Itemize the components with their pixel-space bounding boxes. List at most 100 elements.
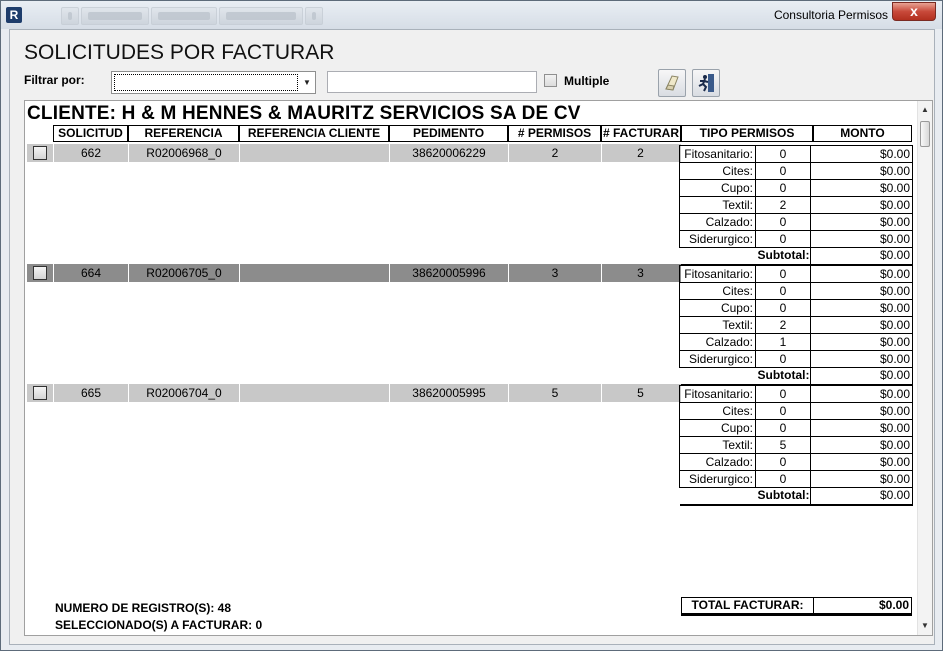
permit-type-count: 0 [755,350,811,368]
total-facturar-box: TOTAL FACTURAR: $0.00 [681,597,912,616]
vertical-scrollbar[interactable]: ▲ ▼ [917,101,932,635]
subtotal-label: Subtotal: [755,247,811,266]
cell-facturar: 5 [601,384,679,402]
permit-type-amount: $0.00 [810,333,913,351]
permit-type-amount: $0.00 [810,453,913,471]
permit-type-amount: $0.00 [810,436,913,454]
permit-type-name: Fitosanitario: [679,385,756,403]
permit-type-row: Fitosanitario: 0 $0.00 [679,385,913,403]
permit-type-row: Fitosanitario: 0 $0.00 [679,145,913,163]
main-panel: SOLICITUDES POR FACTURAR Filtrar por: ▼ … [9,29,935,645]
permit-type-row: Calzado: 1 $0.00 [679,333,913,351]
app-logo-icon: R [6,7,22,23]
permit-type-count: 0 [755,385,811,403]
permit-type-row: Cites: 0 $0.00 [679,282,913,300]
row-select-checkbox[interactable] [33,266,47,280]
cell-solicitud: 664 [53,264,128,282]
results-grid: CLIENTE: H & M HENNES & MAURITZ SERVICIO… [24,100,933,636]
permit-type-name: Siderurgico: [679,470,756,488]
permit-type-table: Fitosanitario: 0 $0.00 Cites: 0 $0.00 Cupo: 0 $0… [679,145,913,266]
subtotal-value: $0.00 [810,487,913,506]
permit-type-count: 0 [755,213,811,231]
column-header-tipo-permisos: TIPO PERMISOS [681,125,813,142]
permit-type-amount: $0.00 [810,179,913,197]
multiple-checkbox[interactable] [544,74,557,87]
cell-solicitud: 662 [53,144,128,162]
permit-type-count: 0 [755,470,811,488]
app-window: R Consultoria Permisos x SOLICITUDES POR… [0,0,943,651]
close-button[interactable]: x [892,2,936,21]
filter-dropdown[interactable]: ▼ [111,71,316,94]
permit-type-name: Textil: [679,316,756,334]
permit-type-row: Calzado: 0 $0.00 [679,213,913,231]
permit-type-table: Fitosanitario: 0 $0.00 Cites: 0 $0.00 Cupo: 0 $0… [679,265,913,386]
permit-type-amount: $0.00 [810,385,913,403]
cell-permisos: 2 [508,144,601,162]
table-row[interactable]: 662 R02006968_0 38620006229 2 2 [27,144,681,162]
row-select-checkbox[interactable] [33,386,47,400]
chevron-down-icon[interactable]: ▼ [299,72,315,93]
running-man-icon [698,74,714,92]
scroll-thumb[interactable] [920,121,930,147]
row-select-checkbox[interactable] [33,146,47,160]
permit-type-amount: $0.00 [810,196,913,214]
total-facturar-label: TOTAL FACTURAR: [682,598,814,613]
permit-type-amount: $0.00 [810,282,913,300]
permit-type-row: Cupo: 0 $0.00 [679,179,913,197]
permit-type-count: 0 [755,282,811,300]
permit-type-row: Cites: 0 $0.00 [679,402,913,420]
cell-permisos: 5 [508,384,601,402]
permit-type-count: 0 [755,265,811,283]
cell-facturar: 2 [601,144,679,162]
table-row[interactable]: 665 R02006704_0 38620005995 5 5 [27,384,681,402]
column-header-referencia-cliente: REFERENCIA CLIENTE [239,125,389,142]
client-name: CLIENTE: H & M HENNES & MAURITZ SERVICIO… [27,103,581,124]
title-bar[interactable]: R Consultoria Permisos x [1,1,942,29]
permit-type-count: 0 [755,453,811,471]
column-header-solicitud: SOLICITUD [53,125,128,142]
permit-type-name: Cites: [679,162,756,180]
cell-referencia-cliente [239,264,389,282]
column-header-monto: MONTO [813,125,912,142]
blurred-taskbar-tabs [61,5,381,25]
permit-type-amount: $0.00 [810,299,913,317]
filter-dropdown-value [114,74,298,91]
blurred-tab [151,7,217,25]
blurred-tab [61,7,79,25]
scroll-up-icon[interactable]: ▲ [918,103,932,117]
permit-type-name: Cupo: [679,179,756,197]
subtotal-row: Subtotal: $0.00 [679,487,913,506]
permit-type-count: 0 [755,230,811,248]
filter-text-input[interactable] [327,71,537,93]
permit-type-name: Calzado: [679,453,756,471]
permit-type-count: 1 [755,333,811,351]
permit-type-amount: $0.00 [810,265,913,283]
table-row[interactable]: 664 R02006705_0 38620005996 3 3 [27,264,681,282]
permit-type-row: Textil: 2 $0.00 [679,316,913,334]
page-title: SOLICITUDES POR FACTURAR [24,41,335,64]
exit-button[interactable] [692,69,720,97]
multiple-label: Multiple [564,74,610,88]
scroll-down-icon[interactable]: ▼ [918,619,932,633]
blurred-tab [305,7,323,25]
clear-filter-button[interactable] [658,69,686,97]
subtotal-row: Subtotal: $0.00 [679,247,913,266]
permit-type-name: Cites: [679,282,756,300]
permit-type-row: Cupo: 0 $0.00 [679,299,913,317]
permit-type-count: 0 [755,299,811,317]
eraser-icon [665,75,679,91]
permit-type-name: Fitosanitario: [679,145,756,163]
filter-label: Filtrar por: [24,73,85,87]
permit-type-count: 0 [755,402,811,420]
permit-type-name: Textil: [679,196,756,214]
permit-type-count: 2 [755,196,811,214]
cell-facturar: 3 [601,264,679,282]
column-header-referencia: REFERENCIA [128,125,239,142]
permit-type-count: 0 [755,179,811,197]
permit-type-name: Cupo: [679,419,756,437]
cell-permisos: 3 [508,264,601,282]
permit-type-row: Calzado: 0 $0.00 [679,453,913,471]
permit-type-name: Fitosanitario: [679,265,756,283]
subtotal-value: $0.00 [810,367,913,386]
permit-type-row: Cupo: 0 $0.00 [679,419,913,437]
